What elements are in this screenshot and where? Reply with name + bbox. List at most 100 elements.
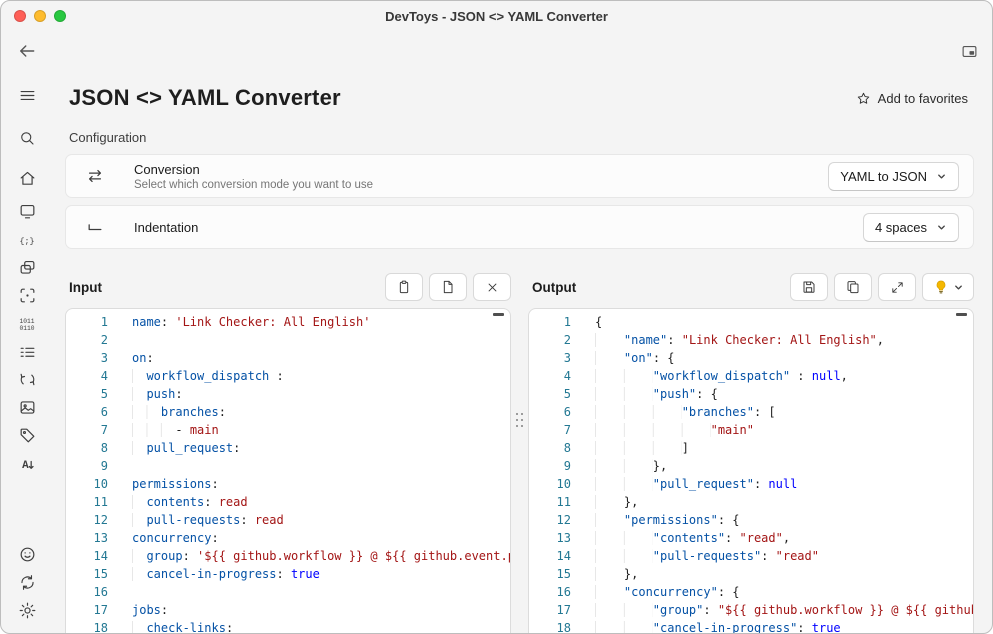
expand-button[interactable]: [878, 273, 916, 301]
indentation-icon: [84, 217, 106, 237]
smiley-icon: [18, 545, 37, 564]
sidebar-tool-9[interactable]: [9, 422, 45, 449]
editor-scrollbar-thumb[interactable]: [493, 313, 504, 316]
indentation-title: Indentation: [134, 220, 863, 235]
back-button[interactable]: [15, 39, 39, 63]
line-number: 18: [529, 619, 571, 633]
sidebar-search-button[interactable]: [9, 123, 45, 153]
line-number: 14: [66, 547, 108, 565]
sidebar-tool-7[interactable]: [9, 366, 45, 393]
compact-overlay-button[interactable]: [959, 41, 980, 62]
sidebar-tool-5[interactable]: 10110110: [9, 310, 45, 337]
line-number: 11: [529, 493, 571, 511]
line-number: 18: [66, 619, 108, 633]
line-number: 3: [66, 349, 108, 367]
close-window-button[interactable]: [14, 10, 26, 22]
code-line: 8 pull_request:: [66, 439, 510, 457]
sidebar-home-button[interactable]: [9, 163, 45, 193]
scan-frame-icon: [18, 286, 37, 305]
page-title: JSON <> YAML Converter: [69, 85, 341, 111]
sidebar-tool-2[interactable]: {;}: [9, 226, 45, 253]
settings-gear-icon: [18, 601, 37, 620]
line-number: 8: [66, 439, 108, 457]
line-number: 15: [529, 565, 571, 583]
clear-button[interactable]: [473, 273, 511, 301]
output-toolbar: [790, 273, 974, 301]
code-line: 18 check-links:: [66, 619, 510, 633]
indentation-dropdown[interactable]: 4 spaces: [863, 213, 959, 242]
input-editor[interactable]: 1name: 'Link Checker: All English'23on:4…: [65, 308, 511, 633]
smart-detection-dropdown[interactable]: [922, 273, 974, 301]
lightbulb-icon: [933, 279, 949, 295]
close-icon: [485, 280, 500, 295]
code-line: 12 "permissions": {: [529, 511, 973, 529]
line-number: 6: [529, 403, 571, 421]
editor-scrollbar-thumb[interactable]: [956, 313, 967, 316]
copy-button[interactable]: [834, 273, 872, 301]
file-icon: [440, 279, 456, 295]
conversion-mode-dropdown[interactable]: YAML to JSON: [828, 162, 959, 191]
line-number: 10: [66, 475, 108, 493]
code-line: 7 - main: [66, 421, 510, 439]
minimize-window-button[interactable]: [34, 10, 46, 22]
configuration-label: Configuration: [69, 130, 974, 145]
code-line: 10 "pull_request": null: [529, 475, 973, 493]
editor-splitter-handle[interactable]: [515, 411, 525, 429]
sidebar-update-button[interactable]: [9, 569, 45, 596]
input-column: Input: [65, 273, 511, 633]
indentation-setting-card: Indentation 4 spaces: [65, 205, 974, 249]
sidebar-menu-button[interactable]: [9, 80, 45, 110]
arrows-cycle-icon: [18, 370, 37, 389]
code-line: 5 "push": {: [529, 385, 973, 403]
input-toolbar: [385, 273, 511, 301]
editors-area: Input: [65, 273, 974, 633]
app-window: DevToys - JSON <> YAML Converter: [0, 0, 993, 634]
line-number: 11: [66, 493, 108, 511]
line-number: 12: [66, 511, 108, 529]
line-number: 13: [529, 529, 571, 547]
svg-text:1011: 1011: [19, 317, 34, 324]
code-line: 1{: [529, 313, 973, 331]
output-label: Output: [532, 280, 576, 295]
code-line: 11 },: [529, 493, 973, 511]
line-number: 4: [66, 367, 108, 385]
conversion-setting-text: Conversion Select which conversion mode …: [134, 162, 828, 191]
input-label: Input: [69, 280, 102, 295]
chevron-down-icon: [936, 222, 947, 233]
line-number: 16: [66, 583, 108, 601]
paste-button[interactable]: [385, 273, 423, 301]
sync-icon: [18, 573, 37, 592]
svg-text:A: A: [22, 460, 29, 472]
code-line: 3 "on": {: [529, 349, 973, 367]
add-to-favorites-button[interactable]: Add to favorites: [850, 90, 974, 107]
output-editor[interactable]: 1{2 "name": "Link Checker: All English",…: [528, 308, 974, 633]
sidebar-feedback-button[interactable]: [9, 541, 45, 568]
line-number: 15: [66, 565, 108, 583]
sidebar-tool-4[interactable]: [9, 282, 45, 309]
conversion-setting-card: Conversion Select which conversion mode …: [65, 154, 974, 198]
svg-text:{;}: {;}: [20, 236, 35, 246]
code-line: 14 group: '${{ github.workflow }} @ ${{ …: [66, 547, 510, 565]
line-number: 1: [66, 313, 108, 331]
code-line: 6 branches:: [66, 403, 510, 421]
sidebar-tool-3[interactable]: [9, 254, 45, 281]
zoom-window-button[interactable]: [54, 10, 66, 22]
sidebar-tool-8[interactable]: [9, 394, 45, 421]
sidebar-tool-10[interactable]: A: [9, 450, 45, 477]
conversion-mode-value: YAML to JSON: [840, 169, 927, 184]
hamburger-menu-icon: [18, 86, 37, 105]
code-line: 12 pull-requests: read: [66, 511, 510, 529]
code-line: 4 "workflow_dispatch" : null,: [529, 367, 973, 385]
open-file-button[interactable]: [429, 273, 467, 301]
app-body: {;} 10110110 A: [1, 71, 992, 633]
code-line: 17jobs:: [66, 601, 510, 619]
sidebar-tool-6[interactable]: [9, 338, 45, 365]
braces-icon: {;}: [17, 230, 37, 250]
sidebar-tool-1[interactable]: [9, 198, 45, 225]
favorites-label: Add to favorites: [878, 91, 968, 106]
save-button[interactable]: [790, 273, 828, 301]
traffic-lights: [14, 10, 66, 22]
sidebar-settings-button[interactable]: [9, 597, 45, 624]
code-line: 2 "name": "Link Checker: All English",: [529, 331, 973, 349]
swap-arrows-icon: [84, 166, 106, 186]
